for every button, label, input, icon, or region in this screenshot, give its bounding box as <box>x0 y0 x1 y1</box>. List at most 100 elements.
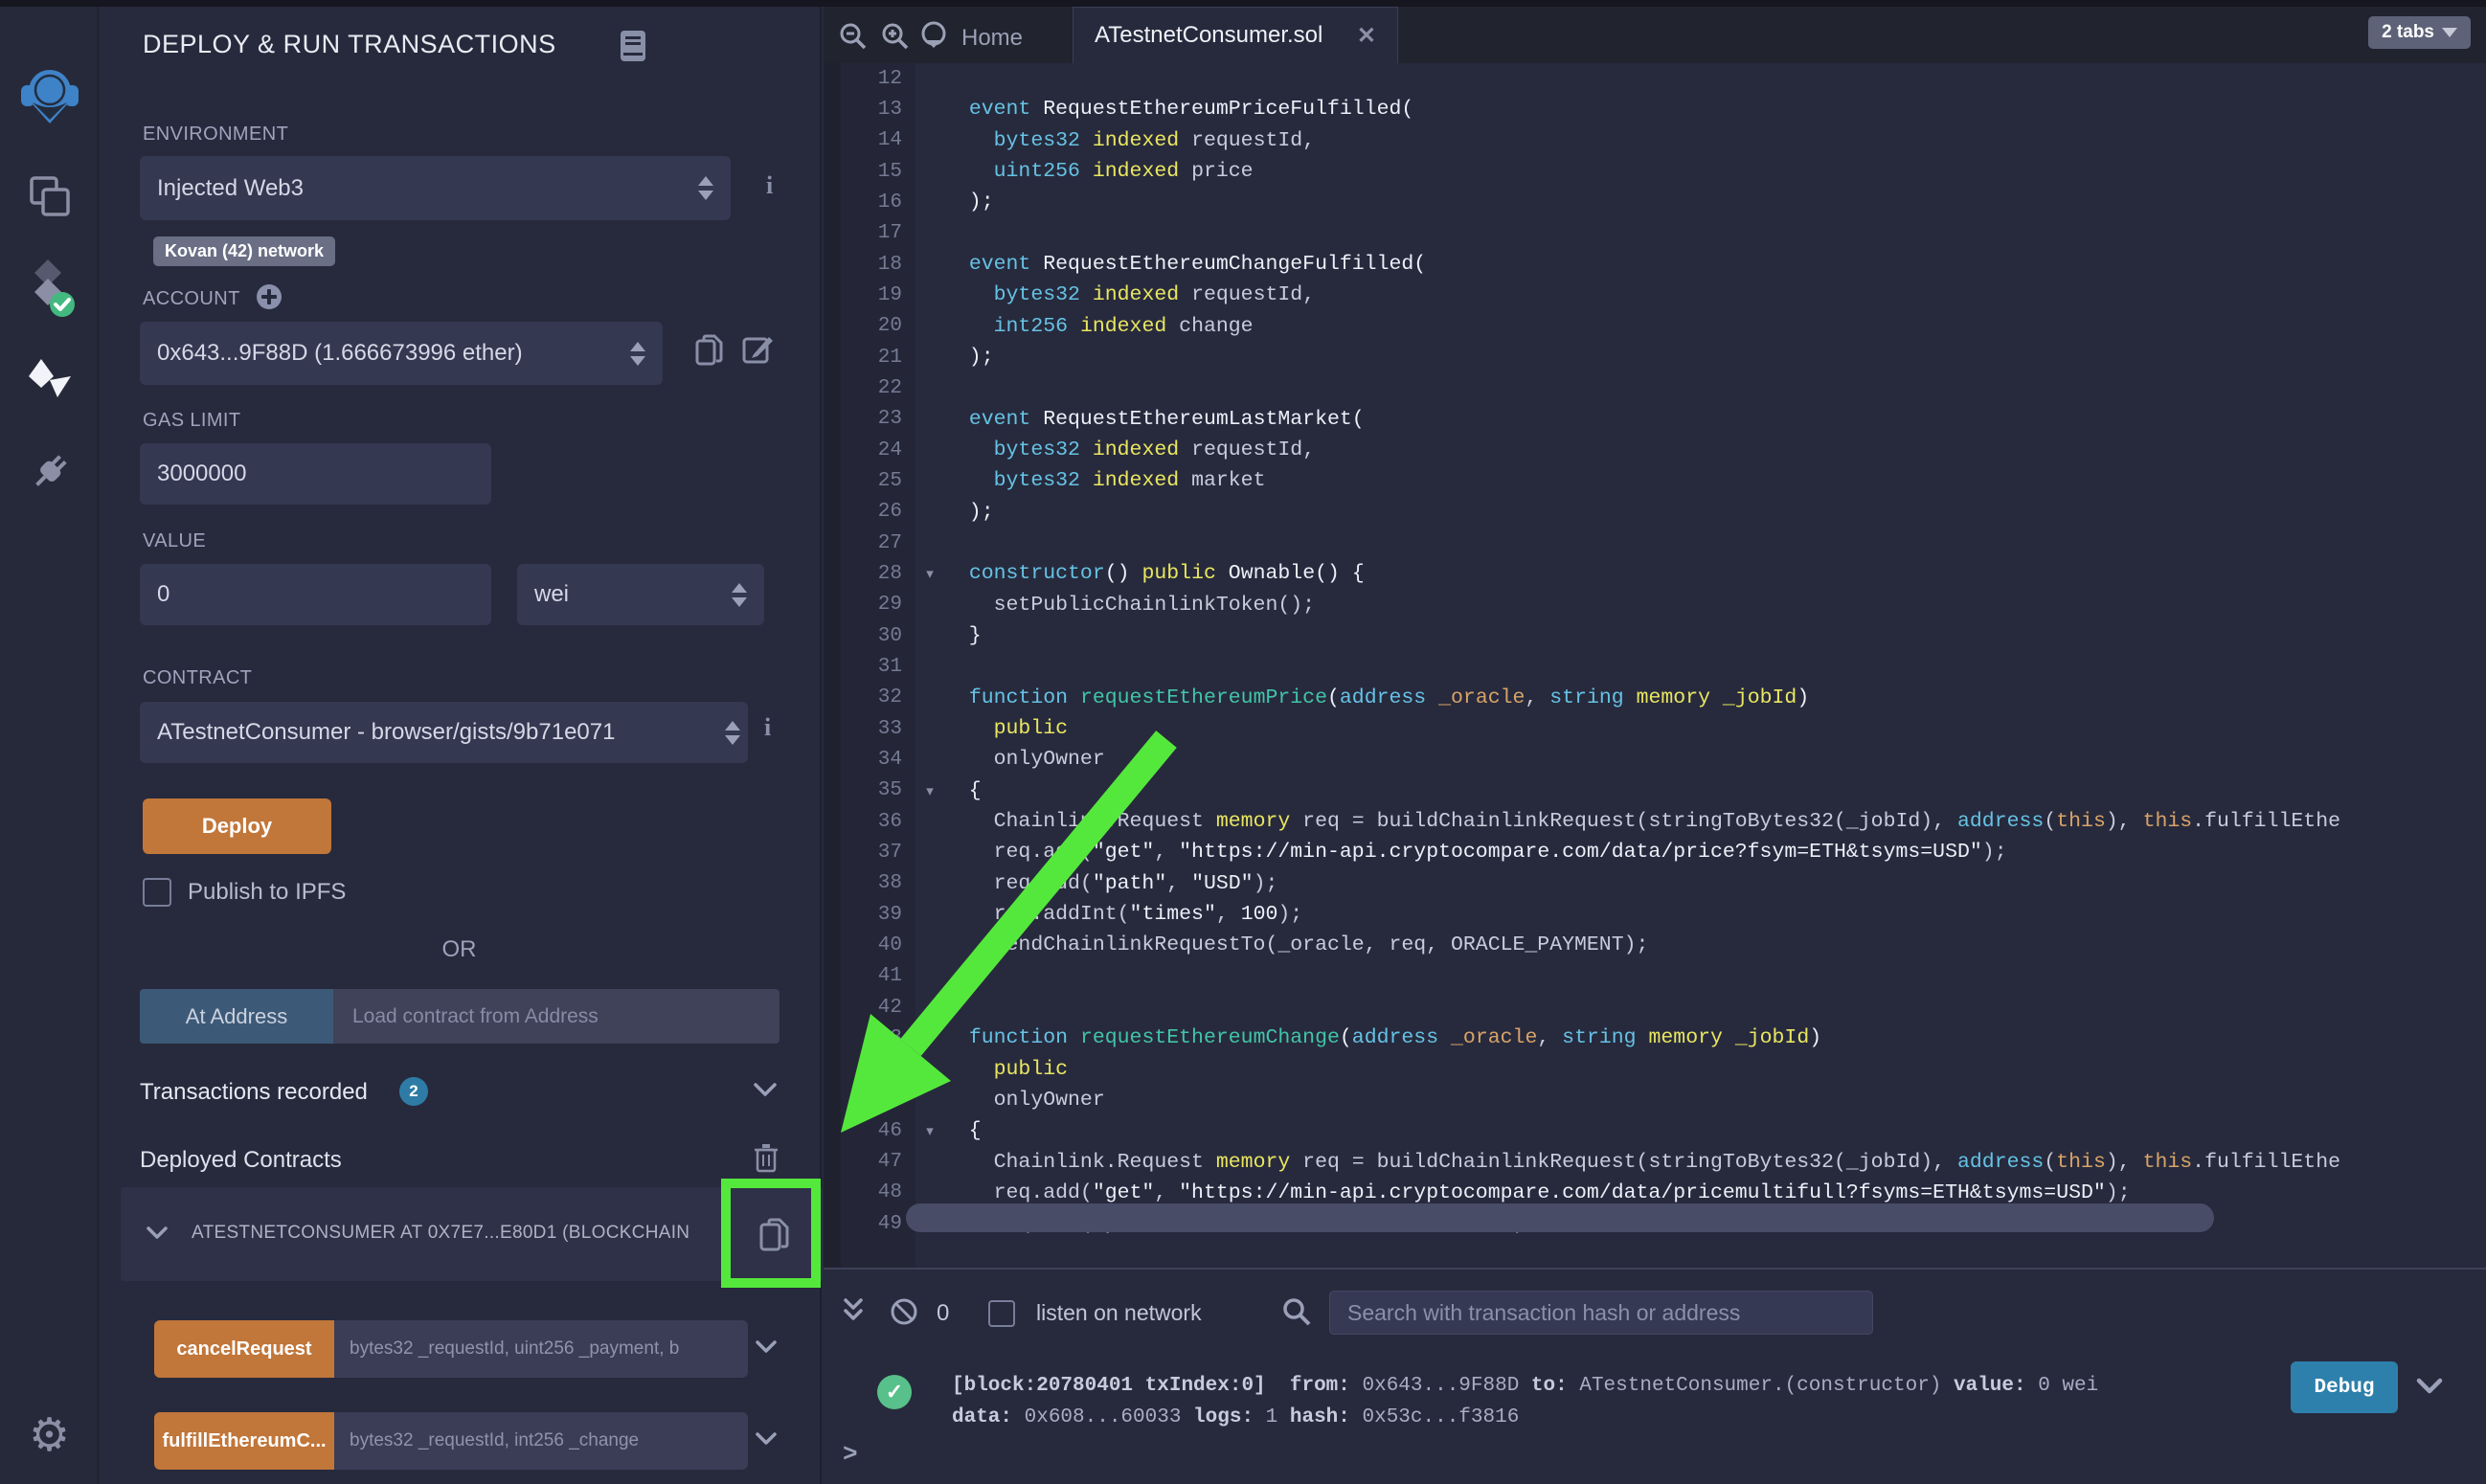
publish-ipfs-checkbox[interactable] <box>143 878 171 907</box>
log-expand-chevron-icon[interactable] <box>2415 1377 2444 1401</box>
code-line[interactable]: 12 <box>824 63 2486 94</box>
code-editor[interactable]: 1213 event RequestEthereumPriceFulfilled… <box>824 63 2486 1268</box>
code-line[interactable]: 17 <box>824 218 2486 249</box>
code-line[interactable]: 41 } <box>824 961 2486 992</box>
deployed-contract-card[interactable]: ATESTNETCONSUMER AT 0X7E7...E80D1 (BLOCK… <box>121 1187 823 1281</box>
fulfill-ethereum-button[interactable]: fulfillEthereumC... <box>154 1412 334 1470</box>
code-line[interactable]: 35▾ { <box>824 776 2486 806</box>
account-select[interactable]: 0x643...9F88D (1.666673996 ether) <box>140 322 663 385</box>
code-line[interactable]: 38 req.add("path", "USD"); <box>824 868 2486 899</box>
code-line[interactable]: 16 ); <box>824 187 2486 217</box>
clear-deployed-trash-icon[interactable] <box>754 1142 779 1173</box>
remix-logo-icon[interactable] <box>0 53 99 139</box>
value-unit-select[interactable]: wei <box>517 564 764 625</box>
terminal-prompt[interactable]: > <box>843 1440 858 1469</box>
gas-limit-input[interactable] <box>157 461 474 487</box>
zoom-out-icon[interactable] <box>839 22 868 51</box>
tabs-count-label: 2 tabs <box>2382 22 2434 43</box>
network-badge: Kovan (42) network <box>153 236 335 266</box>
terminal-clear-icon[interactable] <box>889 1296 919 1332</box>
value-field[interactable] <box>140 564 491 625</box>
tabs-count-button[interactable]: 2 tabs <box>2368 16 2471 49</box>
cancel-request-expand-icon[interactable] <box>755 1339 778 1355</box>
code-line[interactable]: 37 req.add("get", "https://min-api.crypt… <box>824 837 2486 867</box>
code-line[interactable]: 21 ); <box>824 342 2486 372</box>
settings-gear-icon[interactable]: ⚙ <box>0 1406 99 1464</box>
code-line[interactable]: 47 Chainlink.Request memory req = buildC… <box>824 1146 2486 1177</box>
environment-info-icon[interactable]: i <box>766 171 773 200</box>
value-input[interactable] <box>157 581 474 608</box>
code-line[interactable]: 29 setPublicChainlinkToken(); <box>824 590 2486 620</box>
code-line[interactable]: 13 event RequestEthereumPriceFulfilled( <box>824 94 2486 124</box>
horizontal-scrollbar[interactable] <box>906 1203 2214 1232</box>
environment-select[interactable]: Injected Web3 <box>140 156 731 220</box>
gas-limit-label: GAS LIMIT <box>143 410 241 432</box>
terminal-search-input[interactable] <box>1329 1291 1873 1335</box>
code-line[interactable]: 31 <box>824 651 2486 682</box>
select-arrows-icon <box>630 342 645 366</box>
add-account-icon[interactable] <box>256 283 282 310</box>
close-tab-icon[interactable]: ✕ <box>1357 22 1376 50</box>
terminal-collapse-icon[interactable] <box>841 1296 866 1330</box>
icon-sidebar: ⚙ <box>0 7 99 1484</box>
plugin-manager-icon[interactable] <box>0 443 99 501</box>
listen-network-checkbox[interactable] <box>988 1300 1015 1327</box>
documentation-book-icon[interactable] <box>620 30 646 62</box>
code-line[interactable]: 26 ); <box>824 497 2486 528</box>
fulfill-ethereum-args[interactable]: bytes32 _requestId, int256 _change <box>334 1412 748 1470</box>
code-line[interactable]: 15 uint256 indexed price <box>824 156 2486 187</box>
code-line[interactable]: 44 public <box>824 1054 2486 1085</box>
listen-network-label: listen on network <box>1036 1300 1202 1326</box>
cancel-request-button[interactable]: cancelRequest <box>154 1320 334 1378</box>
code-line[interactable]: 34 onlyOwner <box>824 744 2486 775</box>
code-line[interactable]: 20 int256 indexed change <box>824 311 2486 342</box>
log-line-1[interactable]: [block:20780401 txIndex:0] from: 0x643..… <box>952 1375 2098 1397</box>
contract-expand-chevron-icon[interactable] <box>146 1225 169 1241</box>
cancel-request-args[interactable]: bytes32 _requestId, uint256 _payment, b <box>334 1320 748 1378</box>
code-line[interactable]: 19 bytes32 indexed requestId, <box>824 280 2486 310</box>
code-line[interactable]: 46▾ { <box>824 1115 2486 1146</box>
code-line[interactable]: 43 function requestEthereumChange(addres… <box>824 1023 2486 1053</box>
gas-limit-field[interactable] <box>140 443 491 505</box>
code-line[interactable]: 30 } <box>824 620 2486 651</box>
debug-button[interactable]: Debug <box>2291 1361 2398 1413</box>
account-value: 0x643...9F88D (1.666673996 ether) <box>157 340 523 367</box>
code-line[interactable]: 14 bytes32 indexed requestId, <box>824 125 2486 156</box>
code-line[interactable]: 18 event RequestEthereumChangeFulfilled( <box>824 249 2486 280</box>
copy-contract-address-icon[interactable] <box>758 1216 791 1252</box>
transactions-chevron-icon[interactable] <box>753 1081 778 1098</box>
code-line[interactable]: 42 <box>824 992 2486 1023</box>
deploy-button[interactable]: Deploy <box>143 798 331 854</box>
fulfill-ethereum-expand-icon[interactable] <box>755 1431 778 1447</box>
copy-account-icon[interactable] <box>694 333 725 368</box>
terminal-search-icon <box>1281 1296 1312 1332</box>
at-address-input[interactable] <box>333 989 780 1044</box>
code-line[interactable]: 27 <box>824 528 2486 558</box>
select-arrows-icon <box>732 583 747 607</box>
publish-ipfs-label: Publish to IPFS <box>188 879 346 906</box>
tab-active-file[interactable]: ATestnetConsumer.sol ✕ <box>1073 7 1398 63</box>
code-line[interactable]: 33 public <box>824 713 2486 744</box>
code-line[interactable]: 39 req.addInt("times", 100); <box>824 899 2486 930</box>
code-line[interactable]: 32 function requestEthereumPrice(address… <box>824 683 2486 713</box>
solidity-compiler-icon[interactable] <box>0 258 99 321</box>
panel-title: DEPLOY & RUN TRANSACTIONS <box>143 30 556 59</box>
code-line[interactable]: 25 bytes32 indexed market <box>824 465 2486 496</box>
code-line[interactable]: 24 bytes32 indexed requestId, <box>824 435 2486 465</box>
code-line[interactable]: 36 Chainlink.Request memory req = buildC… <box>824 806 2486 837</box>
code-line[interactable]: 45 onlyOwner <box>824 1085 2486 1115</box>
at-address-button[interactable]: At Address <box>140 989 333 1044</box>
zoom-in-icon[interactable] <box>881 22 910 51</box>
file-explorer-icon[interactable] <box>0 168 99 225</box>
code-line[interactable]: 22 <box>824 372 2486 403</box>
tab-home[interactable]: Home <box>919 13 1023 63</box>
code-line[interactable]: 23 event RequestEthereumLastMarket( <box>824 404 2486 435</box>
deploy-and-run-icon[interactable] <box>0 351 99 409</box>
log-line-2[interactable]: data: 0x608...60033 logs: 1 hash: 0x53c.… <box>952 1406 1519 1428</box>
contract-select[interactable]: ATestnetConsumer - browser/gists/9b71e07… <box>140 702 748 763</box>
contract-info-icon[interactable]: i <box>764 713 771 742</box>
sign-message-icon[interactable] <box>742 333 775 366</box>
code-line[interactable]: 40 sendChainlinkRequestTo(_oracle, req, … <box>824 930 2486 960</box>
code-line[interactable]: 28▾ constructor() public Ownable() { <box>824 558 2486 589</box>
transactions-count-badge: 2 <box>399 1077 428 1106</box>
